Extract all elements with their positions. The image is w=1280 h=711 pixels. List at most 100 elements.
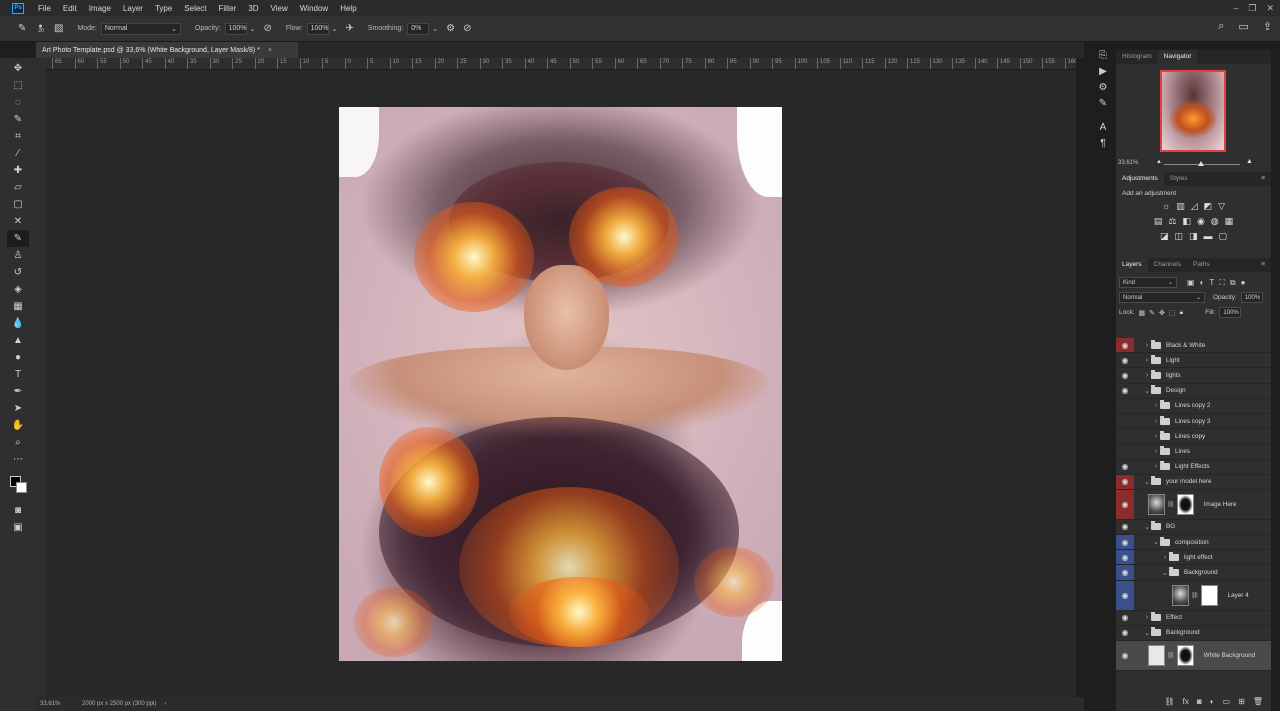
expand-chevron-icon[interactable]: ⌄	[1143, 629, 1151, 637]
tab-layers[interactable]: Layers	[1116, 258, 1148, 272]
brush-tool-icon[interactable]: ✎	[7, 230, 29, 247]
tab-histogram[interactable]: Histogram	[1116, 50, 1158, 64]
move-tool-icon[interactable]: ✥	[7, 60, 29, 77]
color-swatches[interactable]	[7, 474, 29, 496]
layer-row[interactable]: ◉ ⌄ BG	[1116, 520, 1271, 536]
healing-brush-tool-icon[interactable]: ✚	[7, 162, 29, 179]
patch-tool-icon[interactable]: ▱	[7, 179, 29, 196]
more-tools-icon[interactable]: ⋯	[7, 451, 29, 468]
layer-row[interactable]: ◉ › Effect	[1116, 611, 1271, 626]
chevron-down-icon[interactable]: ⌄	[332, 25, 338, 33]
visibility-eye-icon[interactable]: ◉	[1116, 444, 1134, 458]
visibility-eye-icon[interactable]: ◉	[1116, 489, 1134, 519]
visibility-eye-icon[interactable]: ◉	[1116, 384, 1134, 398]
gradient-map-icon[interactable]: ▬	[1204, 231, 1213, 242]
visibility-eye-icon[interactable]: ◉	[1116, 368, 1134, 382]
new-adjustment-icon[interactable]: ◐	[1210, 697, 1215, 706]
paragraph-icon[interactable]: ¶	[1100, 138, 1105, 149]
chevron-down-icon[interactable]: ⌄	[250, 25, 256, 33]
layer-row[interactable]: ◉ › light effect	[1116, 550, 1271, 566]
layer-thumbnail[interactable]	[1172, 584, 1189, 606]
layer-row[interactable]: ◉ › Lines copy 3	[1116, 414, 1271, 430]
brightness-icon[interactable]: ☼	[1162, 201, 1170, 212]
eraser-tool-icon[interactable]: ◈	[7, 281, 29, 298]
status-arrow-icon[interactable]: ›	[164, 701, 166, 707]
hue-saturation-icon[interactable]: ▤	[1154, 216, 1163, 227]
screen-mode-icon[interactable]: ▣	[7, 519, 29, 536]
menu-image[interactable]: Image	[83, 4, 117, 13]
visibility-eye-icon[interactable]: ◉	[1116, 399, 1134, 413]
content-aware-move-icon[interactable]: ✕	[7, 213, 29, 230]
expand-chevron-icon[interactable]: ›	[1152, 448, 1160, 455]
layer-row[interactable]: ◉ › Light	[1116, 353, 1271, 369]
character-icon[interactable]: A	[1100, 122, 1107, 133]
blend-mode-select[interactable]: Normal ⌄	[1119, 292, 1205, 303]
smoothing-input[interactable]: 0%	[407, 22, 430, 35]
lock-all-icon[interactable]: 🔒︎	[1180, 309, 1184, 317]
photo-filter-icon[interactable]: ◉	[1197, 216, 1205, 227]
filter-smart-icon[interactable]: ⧉	[1230, 278, 1236, 288]
expand-chevron-icon[interactable]: ›	[1152, 433, 1160, 440]
layer-row[interactable]: ◉ ⌄ Background	[1116, 565, 1271, 581]
brush-tool-icon[interactable]: ✎	[18, 23, 26, 34]
close-tab-icon[interactable]: ×	[268, 47, 272, 54]
menu-help[interactable]: Help	[334, 4, 362, 13]
expand-chevron-icon[interactable]: ⌄	[1161, 569, 1169, 577]
marquee-tool-icon[interactable]: ⬚	[7, 77, 29, 94]
lock-artboard-icon[interactable]: ⬚	[1169, 309, 1176, 317]
minimize-icon[interactable]: –	[1233, 3, 1238, 13]
layer-style-icon[interactable]: fx	[1183, 697, 1189, 706]
expand-chevron-icon[interactable]: ⌄	[1143, 387, 1151, 395]
pressure-size-icon[interactable]: ⊘	[463, 23, 471, 34]
layer-row[interactable]: ◉ ⌄ Design	[1116, 384, 1271, 399]
tab-navigator[interactable]: Navigator	[1157, 50, 1198, 64]
tab-styles[interactable]: Styles	[1164, 172, 1194, 186]
visibility-eye-icon[interactable]: ◉	[1116, 611, 1134, 625]
selective-color-icon[interactable]: ▢	[1219, 231, 1228, 242]
lock-pixels-icon[interactable]: ✎	[1149, 309, 1155, 317]
expand-chevron-icon[interactable]: ›	[1152, 402, 1160, 409]
document-info[interactable]: 2000 px x 2500 px (300 ppi)	[70, 701, 156, 707]
layer-row[interactable]: ◉ › Light Effects	[1116, 460, 1271, 475]
expand-chevron-icon[interactable]: ⌄	[1143, 478, 1151, 486]
document-tab[interactable]: Art Photo Template.psd @ 33,6% (White Ba…	[36, 42, 298, 58]
lock-position-icon[interactable]: ✥	[1159, 309, 1165, 317]
brush-preset-picker[interactable]: ● 20	[38, 23, 44, 34]
expand-chevron-icon[interactable]: ›	[1161, 554, 1169, 561]
mask-link-icon[interactable]: ⛓	[1167, 501, 1175, 508]
visibility-eye-icon[interactable]: ◉	[1116, 520, 1134, 534]
quick-select-tool-icon[interactable]: ✎	[7, 111, 29, 128]
expand-chevron-icon[interactable]: ›	[1143, 614, 1151, 621]
visibility-eye-icon[interactable]: ◉	[1116, 550, 1134, 565]
visibility-eye-icon[interactable]: ◉	[1116, 429, 1134, 443]
curves-icon[interactable]: ◿	[1191, 201, 1198, 212]
workspace-icon[interactable]: ▭	[1238, 20, 1248, 33]
pen-tool-icon[interactable]: ✒	[7, 383, 29, 400]
visibility-eye-icon[interactable]: ◉	[1116, 460, 1134, 474]
layer-row[interactable]: ◉ ⛓ Layer 4	[1116, 580, 1271, 611]
visibility-eye-icon[interactable]: ◉	[1116, 641, 1134, 670]
mask-link-icon[interactable]: ⛓	[1191, 592, 1199, 599]
filter-toggle-icon[interactable]: ●	[1241, 278, 1246, 288]
brush-settings-icon[interactable]: ✎	[1099, 98, 1107, 109]
filter-pixel-icon[interactable]: ▣	[1187, 278, 1195, 288]
layer-row[interactable]: ◉ › Lines copy	[1116, 429, 1271, 445]
filter-type-icon[interactable]: T	[1209, 278, 1214, 288]
add-mask-icon[interactable]: ◙	[1197, 697, 1202, 706]
tab-adjustments[interactable]: Adjustments	[1116, 172, 1164, 186]
type-tool-icon[interactable]: T	[7, 366, 29, 383]
layer-mask-thumbnail[interactable]	[1200, 584, 1218, 606]
zoom-tool-icon[interactable]: ⌕	[7, 434, 29, 451]
pressure-opacity-icon[interactable]: ⊘	[263, 23, 271, 34]
history-brush-tool-icon[interactable]: ↺	[7, 264, 29, 281]
clone-stamp-tool-icon[interactable]: ♙	[7, 247, 29, 264]
navigator-zoom[interactable]: 33,61%	[1118, 160, 1138, 166]
levels-icon[interactable]: ▥	[1176, 201, 1185, 212]
expand-chevron-icon[interactable]: ›	[1152, 463, 1160, 470]
visibility-eye-icon[interactable]: ◉	[1116, 565, 1134, 580]
tab-channels[interactable]: Channels	[1148, 258, 1187, 272]
zoom-in-icon[interactable]: ▲	[1246, 158, 1253, 165]
layer-filter-kind[interactable]: Kind ⌄	[1119, 277, 1177, 288]
panel-menu-icon[interactable]: ≡	[1255, 172, 1271, 186]
brush-settings-icon[interactable]: ▨	[54, 23, 63, 34]
